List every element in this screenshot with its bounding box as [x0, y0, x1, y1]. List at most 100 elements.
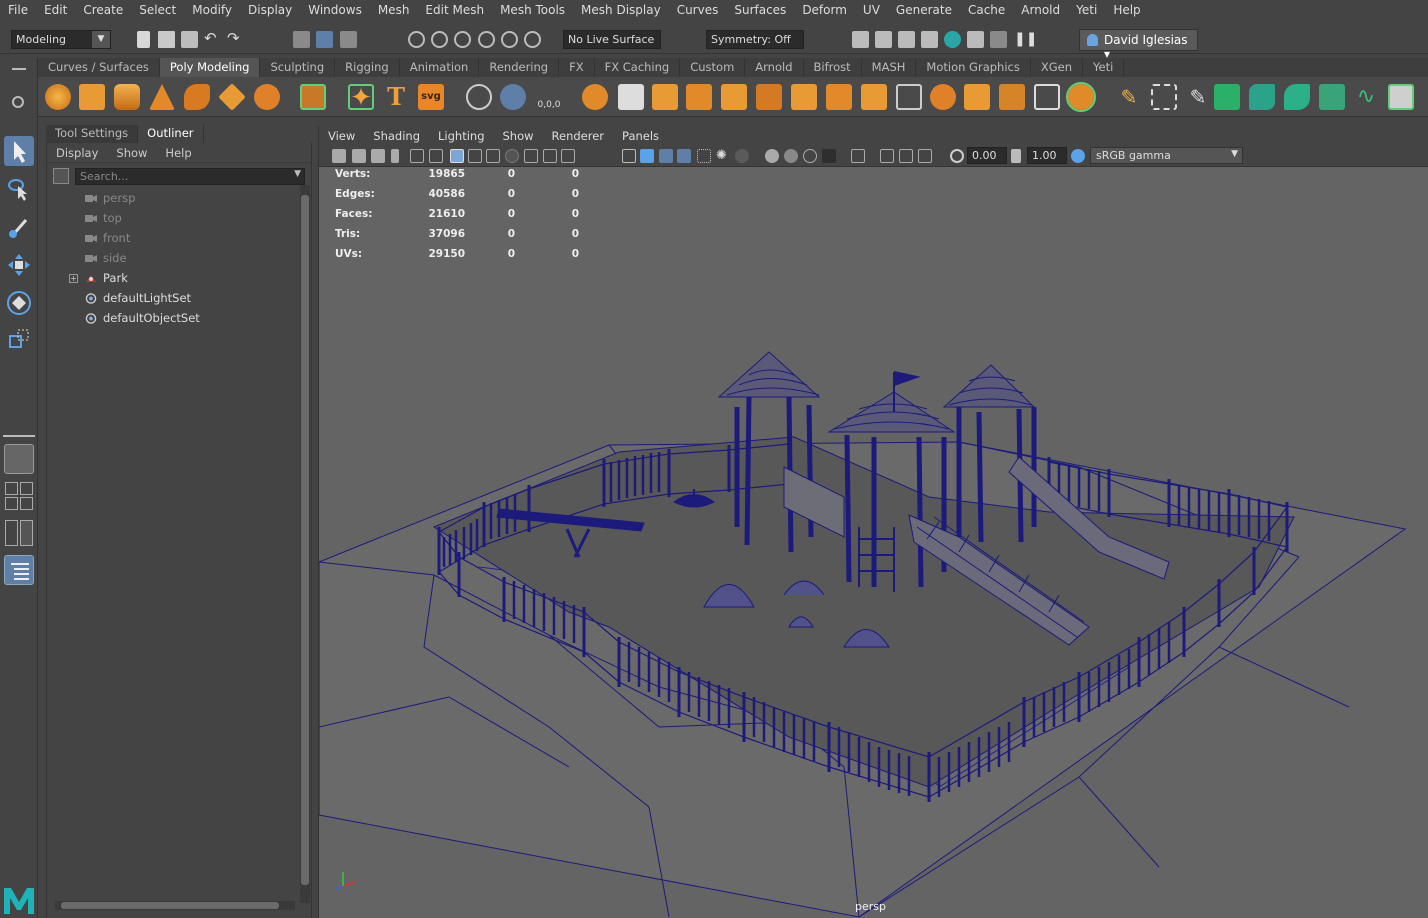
- move-tool[interactable]: [4, 250, 34, 280]
- xray-active-icon[interactable]: [899, 149, 913, 163]
- menu-cache[interactable]: Cache: [960, 3, 1013, 17]
- mirror-icon[interactable]: [618, 84, 644, 110]
- ambient-occlusion-icon[interactable]: [765, 149, 779, 163]
- snap-point-icon[interactable]: [454, 31, 471, 48]
- menu-modify[interactable]: Modify: [184, 3, 240, 17]
- four-view-layout[interactable]: [5, 482, 33, 510]
- color-management-icon[interactable]: [1071, 149, 1085, 163]
- fill-hole-icon[interactable]: [791, 84, 817, 110]
- live-surface-field[interactable]: No Live Surface: [563, 30, 661, 49]
- menu-mesh[interactable]: Mesh: [370, 3, 418, 17]
- platonic-solid-icon[interactable]: [300, 84, 326, 110]
- component-xray-icon[interactable]: [918, 149, 932, 163]
- snap-live-icon[interactable]: [524, 31, 541, 48]
- bevel-edge-icon[interactable]: [756, 84, 782, 110]
- viewport-menu-renderer[interactable]: Renderer: [543, 129, 614, 143]
- viewport-menu-show[interactable]: Show: [494, 129, 543, 143]
- redo-icon[interactable]: ↷: [227, 31, 244, 48]
- motion-blur-icon[interactable]: [784, 149, 798, 163]
- xray-joints-icon[interactable]: [880, 149, 894, 163]
- lights-icon[interactable]: ✺: [716, 149, 730, 163]
- outliner-vertical-scrollbar[interactable]: [300, 185, 310, 903]
- list-item[interactable]: defaultLightSet: [47, 289, 301, 309]
- perspective-viewport[interactable]: View Shading Lighting Show Renderer Pane…: [318, 126, 1428, 918]
- 2d-pan-zoom-icon[interactable]: [410, 149, 424, 163]
- tab-yeti[interactable]: Yeti: [1083, 58, 1125, 77]
- viewport-menu-shading[interactable]: Shading: [364, 129, 429, 143]
- combine-icon[interactable]: [466, 84, 492, 110]
- user-account-button[interactable]: David Iglesias ▾: [1079, 29, 1198, 61]
- list-item[interactable]: defaultObjectSet: [47, 309, 301, 329]
- render-settings-icon[interactable]: [921, 31, 938, 48]
- ipr-render-icon[interactable]: [898, 31, 915, 48]
- gate-mask-icon[interactable]: [505, 149, 519, 163]
- xray-icon[interactable]: [697, 149, 711, 163]
- viewport-menu-panels[interactable]: Panels: [613, 129, 668, 143]
- lasso-tool[interactable]: [4, 174, 34, 204]
- exposure-field[interactable]: 0.00: [967, 147, 1007, 164]
- planar-uv-icon[interactable]: [1151, 84, 1177, 110]
- offset-edge-loop-icon[interactable]: [999, 84, 1025, 110]
- image-plane-icon[interactable]: [391, 149, 399, 163]
- append-polygon-icon[interactable]: [1034, 84, 1060, 110]
- menu-mesh-display[interactable]: Mesh Display: [573, 3, 669, 17]
- expand-icon[interactable]: +: [69, 274, 78, 283]
- viewport-menu-view[interactable]: View: [319, 129, 364, 143]
- menu-yeti[interactable]: Yeti: [1068, 3, 1105, 17]
- gamma-icon[interactable]: [1011, 149, 1021, 163]
- wireframe-icon[interactable]: [622, 149, 636, 163]
- menu-file[interactable]: File: [0, 3, 36, 17]
- save-scene-icon[interactable]: [181, 31, 198, 48]
- list-item[interactable]: side: [47, 249, 301, 269]
- render-view-icon[interactable]: [852, 31, 869, 48]
- single-view-layout[interactable]: [4, 444, 34, 474]
- pause-icon[interactable]: ❚❚: [1014, 31, 1037, 48]
- symmetry-field[interactable]: Symmetry: Off: [706, 30, 804, 49]
- camera-attributes-icon[interactable]: [352, 149, 366, 163]
- tab-animation[interactable]: Animation: [400, 58, 480, 77]
- light-editor-icon[interactable]: [990, 31, 1007, 48]
- quad-draw-icon[interactable]: [930, 84, 956, 110]
- super-shape-icon[interactable]: ✦: [348, 84, 374, 111]
- scroll-thumb[interactable]: [61, 902, 279, 909]
- depth-of-field-icon[interactable]: [822, 149, 836, 163]
- poly-cylinder-icon[interactable]: [114, 84, 140, 110]
- gamma-field[interactable]: 1.00: [1027, 147, 1067, 164]
- chevron-down-icon[interactable]: ▼: [294, 169, 301, 179]
- exposure-icon[interactable]: [950, 149, 964, 163]
- triangulate-icon[interactable]: [1066, 82, 1096, 112]
- scale-tool[interactable]: [4, 324, 34, 354]
- outliner-menu-show[interactable]: Show: [107, 146, 156, 160]
- tab-fx-caching[interactable]: FX Caching: [595, 58, 681, 77]
- tab-outliner[interactable]: Outliner: [138, 125, 204, 143]
- nurbs-to-poly-icon[interactable]: [1214, 84, 1240, 110]
- menu-surfaces[interactable]: Surfaces: [726, 3, 794, 17]
- menu-curves[interactable]: Curves: [669, 3, 727, 17]
- soften-edge-icon[interactable]: [1284, 84, 1310, 110]
- outliner-search-input[interactable]: Search... ▼: [75, 168, 305, 185]
- tab-curves-surfaces[interactable]: Curves / Surfaces: [38, 58, 160, 77]
- undo-icon[interactable]: ↶: [204, 31, 221, 48]
- menu-generate[interactable]: Generate: [888, 3, 960, 17]
- target-weld-icon[interactable]: [861, 84, 887, 110]
- uv-editor-icon[interactable]: ✎: [1185, 84, 1211, 110]
- select-object-icon[interactable]: [316, 31, 333, 48]
- tab-tool-settings[interactable]: Tool Settings: [46, 125, 139, 143]
- resolution-gate-icon[interactable]: [486, 149, 500, 163]
- tab-mash[interactable]: MASH: [862, 58, 917, 77]
- list-item[interactable]: top: [47, 209, 301, 229]
- sculpt-geometry-icon[interactable]: [1249, 84, 1275, 110]
- menu-arnold[interactable]: Arnold: [1013, 3, 1068, 17]
- safe-title-icon[interactable]: [561, 149, 575, 163]
- menu-create[interactable]: Create: [75, 3, 131, 17]
- paint-select-tool[interactable]: [4, 212, 34, 242]
- menu-deform[interactable]: Deform: [794, 3, 855, 17]
- grease-pencil-icon[interactable]: [429, 149, 443, 163]
- tab-sculpting[interactable]: Sculpting: [260, 58, 336, 77]
- select-tool[interactable]: [4, 136, 34, 166]
- textured-icon[interactable]: [677, 149, 691, 163]
- insert-edge-loop-icon[interactable]: [964, 84, 990, 110]
- tab-bifrost[interactable]: Bifrost: [804, 58, 862, 77]
- outliner-menu-help[interactable]: Help: [156, 146, 200, 160]
- snap-curve-icon[interactable]: [431, 31, 448, 48]
